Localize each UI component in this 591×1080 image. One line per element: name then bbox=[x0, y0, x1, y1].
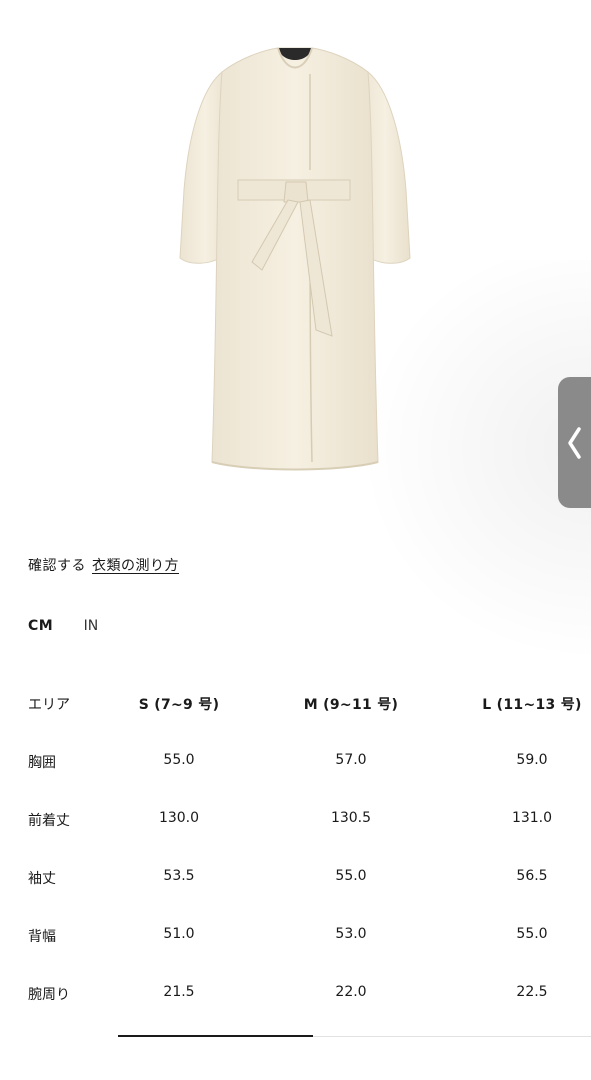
cell-l: 131.0 bbox=[511, 810, 553, 826]
table-row: 背幅 51.0 53.0 55.0 bbox=[0, 906, 591, 964]
size-table: エリア S (7~9 号) M (9~11 号) L (11~13 号) 胸囲 … bbox=[0, 674, 591, 1022]
unit-cm-option[interactable]: CM bbox=[28, 618, 53, 634]
measurement-guide-row: 確認する 衣類の測り方 bbox=[28, 555, 179, 575]
row-label: 背幅 bbox=[28, 929, 56, 945]
size-guide-page: 確認する 衣類の測り方 CM IN エリア S (7~9 号) M (9~11 号… bbox=[0, 0, 591, 1080]
chevron-left-icon bbox=[568, 426, 581, 459]
cell-l: 59.0 bbox=[516, 752, 548, 768]
table-row: 前着丈 130.0 130.5 131.0 bbox=[0, 790, 591, 848]
cell-s: 21.5 bbox=[163, 984, 195, 1000]
row-label: 前着丈 bbox=[28, 813, 70, 829]
row-label: 胸囲 bbox=[28, 755, 56, 771]
cell-s: 130.0 bbox=[158, 810, 200, 826]
cell-m: 57.0 bbox=[335, 752, 367, 768]
cell-s: 55.0 bbox=[163, 752, 195, 768]
product-image-coat bbox=[179, 47, 411, 471]
table-row: 袖丈 53.5 55.0 56.5 bbox=[0, 848, 591, 906]
side-panel-handle[interactable] bbox=[558, 377, 591, 508]
guide-prefix: 確認する bbox=[28, 558, 86, 574]
cell-m: 53.0 bbox=[335, 926, 367, 942]
cell-l: 56.5 bbox=[516, 868, 548, 884]
cell-l: 55.0 bbox=[516, 926, 548, 942]
header-size-l: L (11~13 号) bbox=[482, 697, 582, 713]
header-area: エリア bbox=[28, 697, 70, 713]
horizontal-scrollbar-thumb[interactable] bbox=[118, 1035, 313, 1037]
table-row: 腕周り 21.5 22.0 22.5 bbox=[0, 964, 591, 1022]
table-row: 胸囲 55.0 57.0 59.0 bbox=[0, 732, 591, 790]
cell-l: 22.5 bbox=[516, 984, 548, 1000]
row-label: 腕周り bbox=[28, 987, 70, 1003]
unit-in-option[interactable]: IN bbox=[84, 618, 99, 634]
cell-m: 22.0 bbox=[335, 984, 367, 1000]
row-label: 袖丈 bbox=[28, 871, 56, 887]
cell-m: 130.5 bbox=[330, 810, 372, 826]
table-header-row: エリア S (7~9 号) M (9~11 号) L (11~13 号) bbox=[0, 674, 591, 732]
header-size-s: S (7~9 号) bbox=[138, 697, 220, 713]
header-size-m: M (9~11 号) bbox=[303, 697, 399, 713]
unit-toggle: CM IN bbox=[28, 618, 98, 634]
measurement-guide-link[interactable]: 衣類の測り方 bbox=[92, 558, 179, 574]
cell-s: 51.0 bbox=[163, 926, 195, 942]
cell-s: 53.5 bbox=[163, 868, 195, 884]
cell-m: 55.0 bbox=[335, 868, 367, 884]
